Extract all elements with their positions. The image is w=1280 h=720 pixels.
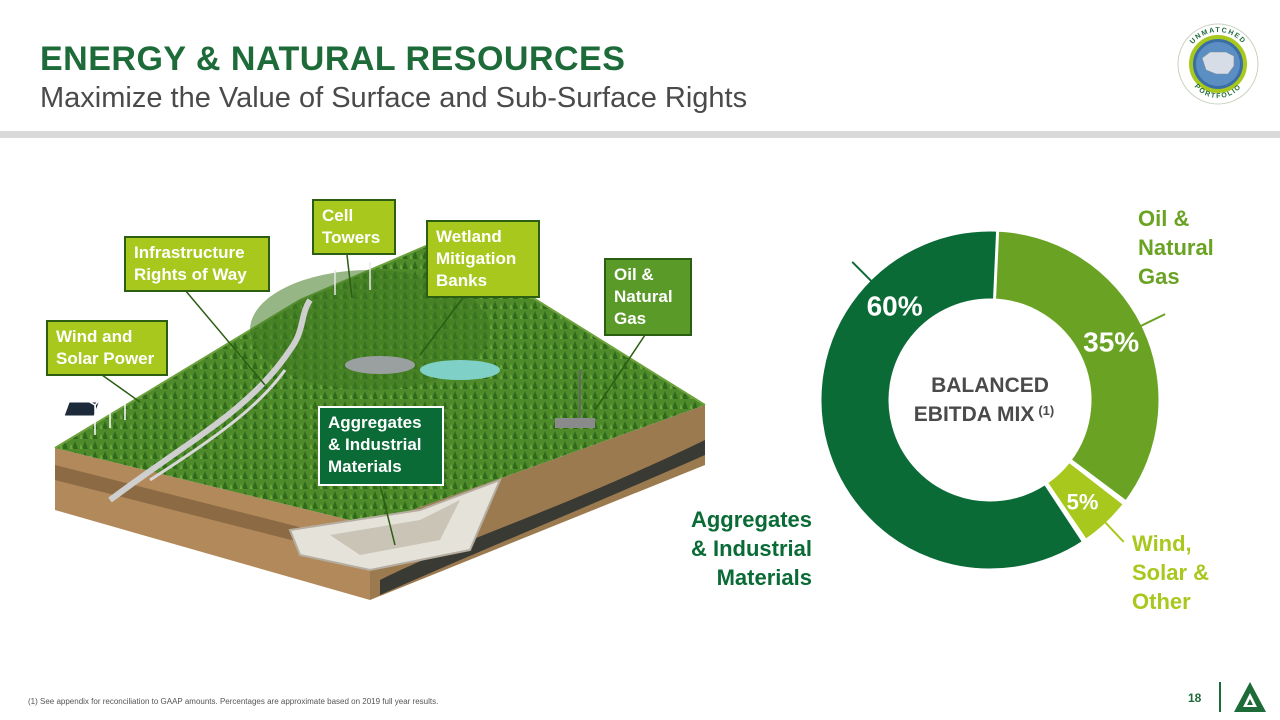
donut-leader-line <box>1104 521 1125 543</box>
donut-center-label: BALANCED EBITDA MIX (1) <box>914 374 1054 426</box>
callout-cell-towers: Cell Towers <box>312 199 396 255</box>
donut-value-label: 5% <box>1067 489 1099 514</box>
company-logo <box>1234 682 1266 712</box>
donut-value-label: 35% <box>1083 327 1139 358</box>
page-title: ENERGY & NATURAL RESOURCES <box>40 40 626 78</box>
callout-aggregates: Aggregates & Industrial Materials <box>318 406 444 486</box>
donut-leader-line <box>851 261 873 282</box>
wetland-pond <box>420 360 500 380</box>
donut-slice <box>989 228 1162 505</box>
unmatched-portfolio-badge: UNMATCHED PORTFOLIO <box>1177 23 1259 105</box>
callout-wind-solar: Wind and Solar Power <box>46 320 168 376</box>
footnote: (1) See appendix for reconciliation to G… <box>28 697 439 706</box>
callout-infrastructure: Infrastructure Rights of Way <box>124 236 270 292</box>
ebitda-mix-donut-chart: 35% Oil & Natural Gas 5% Wind, Solar & Other 60%… <box>691 206 1214 614</box>
donut-category-label: Wind, Solar & Other <box>1132 531 1209 614</box>
header-rule <box>0 131 1280 138</box>
page-divider <box>1219 682 1221 712</box>
donut-leader-line <box>1140 313 1166 327</box>
page-subtitle: Maximize the Value of Surface and Sub-Su… <box>40 82 748 114</box>
donut-category-label: Oil & Natural Gas <box>1138 206 1214 289</box>
donut-category-label: Aggregates & Industrial Materials <box>691 507 812 590</box>
callout-wetland: Wetland Mitigation Banks <box>426 220 540 298</box>
donut-value-label: 60% <box>867 290 923 321</box>
page-number: 18 <box>1188 691 1202 705</box>
